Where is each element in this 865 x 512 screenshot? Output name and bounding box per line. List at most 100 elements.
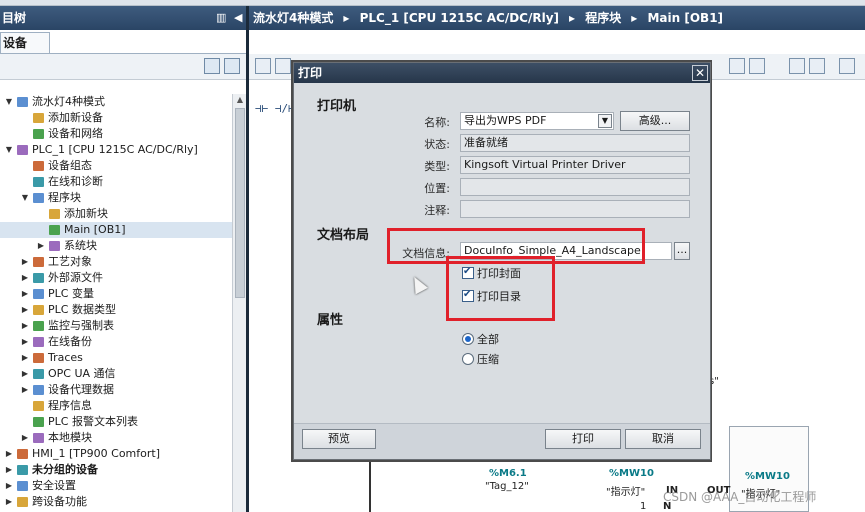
expand-right-icon[interactable]: ▶	[20, 270, 30, 286]
refresh-icon[interactable]	[224, 58, 240, 74]
breadcrumb-program-blocks[interactable]: 程序块	[585, 11, 621, 25]
tree-item[interactable]: ▶ 未分组的设备	[0, 462, 232, 478]
dialog-title-text: 打印	[298, 66, 323, 80]
tree-item[interactable]: ▶ PLC 变量	[0, 286, 232, 302]
advanced-button[interactable]: 高级...	[620, 111, 690, 131]
tree-item[interactable]: ▶ 设备代理数据	[0, 382, 232, 398]
tree-item[interactable]: 程序信息	[0, 398, 232, 414]
tree-item[interactable]: 设备组态	[0, 158, 232, 174]
overview-icon[interactable]	[204, 58, 220, 74]
breadcrumb-main[interactable]: Main [OB1]	[647, 11, 723, 25]
tree-item[interactable]: ▶ 跨设备功能	[0, 494, 232, 510]
operand-address: %MW10	[609, 468, 654, 479]
breadcrumb-plc[interactable]: PLC_1 [CPU 1215C AC/DC/Rly]	[360, 11, 559, 25]
tree-node-icon	[17, 97, 28, 107]
label-location: 位置:	[424, 182, 450, 195]
tree-item[interactable]: ▶ 监控与强制表	[0, 318, 232, 334]
panel-layout-icon[interactable]: ▥	[216, 6, 226, 30]
toolbar-icon[interactable]	[255, 58, 271, 74]
scroll-up-arrow-icon[interactable]: ▲	[233, 94, 247, 106]
ladder-contact-icons[interactable]: ⊣⊢ ⊣/⊢	[255, 102, 295, 118]
tree-item-label: 添加新设备	[48, 111, 103, 124]
all-radio-label: 全部	[477, 333, 499, 346]
cancel-button[interactable]: 取消	[625, 429, 701, 449]
toolbar-icon[interactable]	[749, 58, 765, 74]
tree-item[interactable]: ▶ 本地模块	[0, 430, 232, 446]
toolbar-icon[interactable]	[729, 58, 745, 74]
expand-right-icon[interactable]: ▶	[20, 366, 30, 382]
tree-item[interactable]: ▶ 外部源文件	[0, 270, 232, 286]
tree-item[interactable]: ▼ PLC_1 [CPU 1215C AC/DC/Rly]	[0, 142, 232, 158]
expand-down-icon[interactable]: ▼	[4, 94, 14, 110]
type-field: Kingsoft Virtual Printer Driver	[460, 156, 690, 174]
compact-radio[interactable]	[462, 353, 474, 365]
tab-devices[interactable]: 设备	[0, 32, 50, 54]
project-tree-toolbar	[0, 54, 248, 80]
tree-item[interactable]: 设备和网络	[0, 126, 232, 142]
tree-item-label: 本地模块	[48, 431, 92, 444]
expand-right-icon[interactable]: ▶	[4, 494, 14, 510]
tree-item[interactable]: ▼ 程序块	[0, 190, 232, 206]
tree-item-label: HMI_1 [TP900 Comfort]	[32, 447, 160, 460]
expand-right-icon[interactable]: ▶	[4, 446, 14, 462]
tree-item[interactable]: ▶ 在线备份	[0, 334, 232, 350]
tree-node-icon	[17, 497, 28, 507]
expand-right-icon[interactable]: ▶	[20, 350, 30, 366]
tree-scrollbar[interactable]: ▲	[232, 94, 246, 512]
tree-item[interactable]: PLC 报警文本列表	[0, 414, 232, 430]
expand-right-icon[interactable]: ▶	[20, 430, 30, 446]
tree-item[interactable]: ▶ Traces	[0, 350, 232, 366]
tree-item[interactable]: 添加新设备	[0, 110, 232, 126]
section-document-layout: 文档布局	[317, 228, 370, 243]
expand-right-icon[interactable]: ▶	[36, 238, 46, 254]
tree-item[interactable]: ▼ 流水灯4种模式	[0, 94, 232, 110]
tree-item[interactable]: ▶ OPC UA 通信	[0, 366, 232, 382]
tree-item-label: 程序块	[48, 191, 81, 204]
all-radio[interactable]	[462, 333, 474, 345]
tree-item[interactable]: ▶ 安全设置	[0, 478, 232, 494]
expand-down-icon[interactable]: ▼	[20, 190, 30, 206]
tree-item[interactable]: ▶ 系统块	[0, 238, 232, 254]
expand-right-icon[interactable]: ▶	[20, 334, 30, 350]
chevron-down-icon[interactable]: ▼	[598, 114, 612, 128]
expand-right-icon[interactable]: ▶	[20, 254, 30, 270]
tree-node-icon	[33, 113, 44, 123]
highlight-box-checkboxes	[446, 256, 555, 321]
expand-right-icon[interactable]: ▶	[4, 462, 14, 478]
tree-item[interactable]: ▶ 工艺对象	[0, 254, 232, 270]
tree-node-icon	[49, 241, 60, 251]
tree-node-icon	[33, 257, 44, 267]
breadcrumb-project[interactable]: 流水灯4种模式	[253, 11, 333, 25]
tree-item-label: 外部源文件	[48, 271, 103, 284]
tree-node-icon	[33, 289, 44, 299]
expand-right-icon[interactable]: ▶	[20, 318, 30, 334]
preview-button[interactable]: 预览	[302, 429, 376, 449]
expand-right-icon[interactable]: ▶	[4, 478, 14, 494]
tree-item-label: 添加新块	[64, 207, 108, 220]
tree-item[interactable]: ▶ PLC 数据类型	[0, 302, 232, 318]
tree-item[interactable]: 在线和诊断	[0, 174, 232, 190]
scroll-thumb[interactable]	[235, 108, 245, 298]
tree-item[interactable]: Main [OB1]	[0, 222, 232, 238]
expand-down-icon[interactable]: ▼	[4, 142, 14, 158]
project-tree-title-text: 目树	[2, 11, 27, 25]
toolbar-icon[interactable]	[839, 58, 855, 74]
tree-node-icon	[33, 433, 44, 443]
printer-name-select[interactable]: 导出为WPS PDF ▼	[460, 112, 614, 130]
toolbar-icon[interactable]	[275, 58, 291, 74]
expand-right-icon[interactable]: ▶	[20, 286, 30, 302]
print-button[interactable]: 打印	[545, 429, 621, 449]
expand-right-icon[interactable]: ▶	[20, 302, 30, 318]
operand-address: %MW10	[745, 471, 790, 482]
toolbar-icon[interactable]	[789, 58, 805, 74]
tree-item[interactable]: ▶ HMI_1 [TP900 Comfort]	[0, 446, 232, 462]
toolbar-icon[interactable]	[809, 58, 825, 74]
dialog-title: 打印 ✕	[294, 63, 710, 83]
tree-item-label: 设备和网络	[48, 127, 103, 140]
close-icon[interactable]: ✕	[692, 65, 708, 81]
browse-button[interactable]: ...	[674, 242, 690, 260]
tree-item[interactable]: 添加新块	[0, 206, 232, 222]
expand-right-icon[interactable]: ▶	[20, 382, 30, 398]
tree-node-icon	[17, 145, 28, 155]
collapse-panel-icon[interactable]: ◀	[234, 6, 242, 30]
